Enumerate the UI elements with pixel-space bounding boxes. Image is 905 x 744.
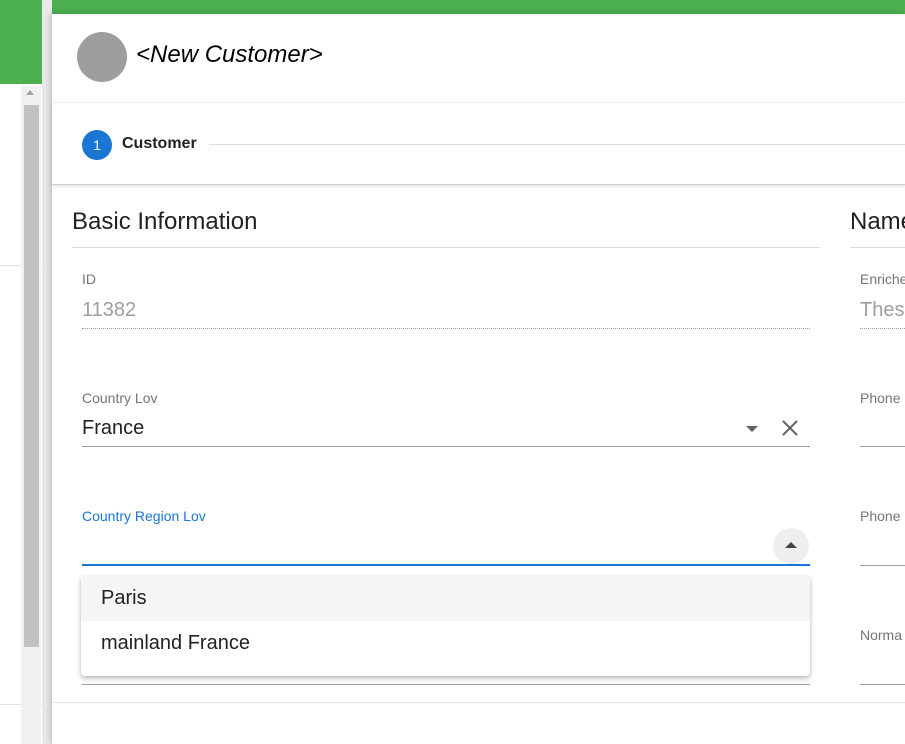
dropdown-arrow-icon[interactable]: [746, 426, 758, 432]
scrollbar-thumb[interactable]: [24, 105, 39, 647]
country-select[interactable]: France: [82, 417, 144, 440]
id-field-value: 11382: [82, 299, 137, 321]
collapse-dropdown-button[interactable]: [773, 528, 809, 564]
region-input[interactable]: [82, 536, 762, 560]
country-field-underline: [82, 446, 810, 447]
normalized-field-label: Norma: [860, 627, 903, 643]
section-title-basic-information: Basic Information: [72, 208, 258, 235]
avatar: [77, 32, 127, 82]
region-field-label: Country Region Lov: [82, 508, 206, 524]
phone-field-underline-2[interactable]: [860, 565, 905, 566]
id-field-underline: [82, 328, 810, 329]
enriched-field-label: Enriche: [860, 271, 905, 287]
region-option-mainland-france[interactable]: mainland France: [81, 621, 810, 666]
scroll-up-arrow-icon[interactable]: [26, 90, 34, 95]
chevron-up-icon: [785, 542, 797, 548]
section-title-names: Name: [850, 208, 905, 235]
step-number-badge[interactable]: 1: [82, 130, 112, 160]
section-divider: [72, 247, 820, 248]
vertical-scrollbar[interactable]: [21, 86, 41, 744]
next-field-underline: [82, 684, 810, 685]
enriched-field-value: Thes: [860, 299, 905, 321]
step-connector-line: [209, 144, 905, 145]
id-field-label: ID: [82, 271, 96, 287]
region-options-menu: Paris mainland France: [81, 576, 810, 676]
dialog-backdrop-edge: [42, 0, 52, 744]
country-field-label: Country Lov: [82, 390, 158, 406]
enriched-field-underline: [860, 328, 905, 329]
clear-icon[interactable]: [779, 417, 801, 439]
dialog-title: <New Customer>: [136, 41, 323, 68]
phone-field-label-2: Phone: [860, 508, 901, 524]
section-divider: [850, 247, 905, 248]
dialog-footer-divider: [52, 702, 905, 703]
stepper: 1 Customer: [52, 103, 905, 185]
step-label-customer[interactable]: Customer: [122, 135, 197, 153]
normalized-field-underline[interactable]: [860, 684, 905, 685]
region-field-underline: [82, 564, 810, 566]
phone-field-label: Phone: [860, 390, 901, 406]
region-option-paris[interactable]: Paris: [81, 576, 810, 621]
dialog-header: <New Customer>: [52, 14, 905, 103]
phone-field-underline[interactable]: [860, 446, 905, 447]
